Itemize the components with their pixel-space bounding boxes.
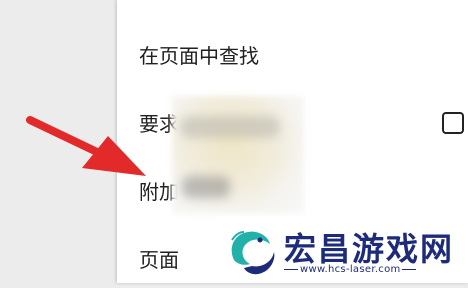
watermark-url: www.hcs-laser.com xyxy=(300,264,401,275)
watermark-rule-left xyxy=(284,269,298,270)
watermark-rule-right xyxy=(402,269,416,270)
blurred-text-overlay xyxy=(182,176,230,198)
watermark: 宏昌游戏网 www.hcs-laser.com xyxy=(218,216,468,283)
menu-item-label: 在页面中查找 xyxy=(139,43,259,68)
menu-item-checkbox[interactable] xyxy=(442,112,464,134)
menu-item-label: 页面 xyxy=(139,247,179,272)
menu-item-find-in-page[interactable]: 在页面中查找 xyxy=(117,24,468,84)
dragon-logo-icon xyxy=(231,231,275,275)
page-background xyxy=(0,0,117,283)
